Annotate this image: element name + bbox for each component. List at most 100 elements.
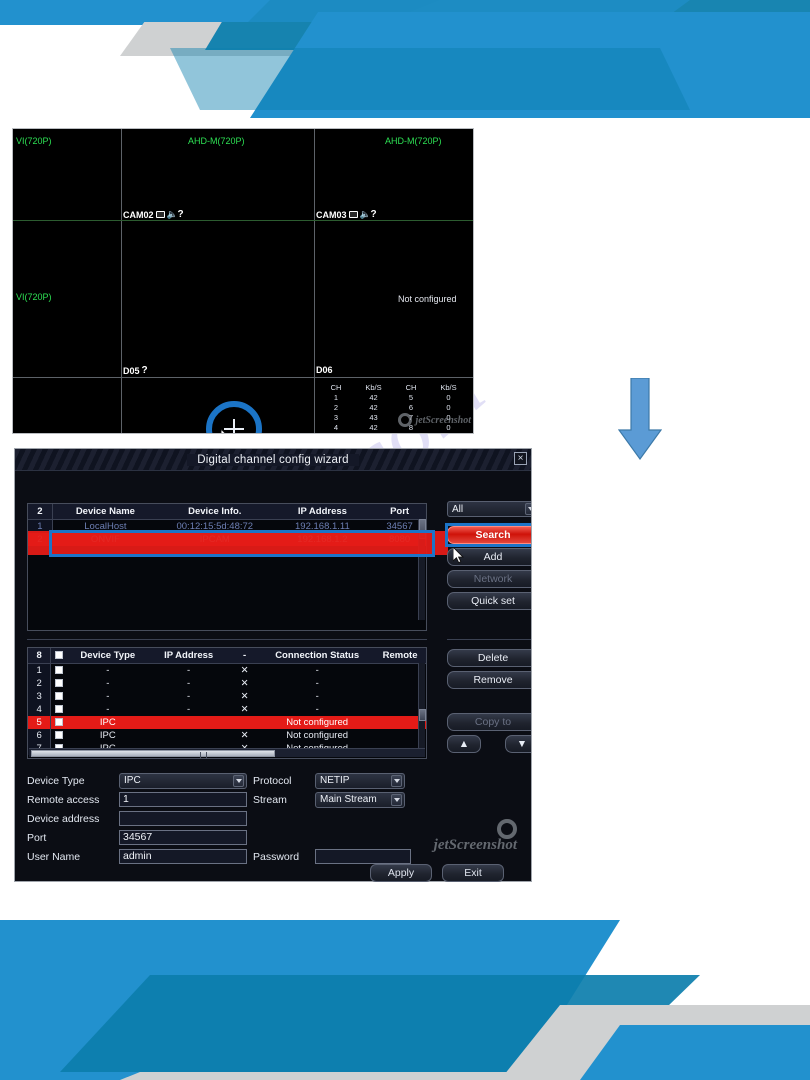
channels-header-cell: Device Type [67,648,149,664]
channels-row-ip: - [187,665,191,676]
table-row[interactable]: 1 LocalHost 00:12:15:5d:48:72 192.168.1.11 3… [28,519,426,533]
remove-button[interactable]: Remove [447,671,531,689]
channels-row-ip: - [187,691,191,702]
port-input[interactable]: 34567 [119,830,247,845]
table-row[interactable]: 1--✕-- [28,663,426,678]
copyto-button-wrap[interactable]: Copy to [447,713,531,731]
channel-tag-d06: D06 [316,365,333,375]
channels-row-checkbox-cell[interactable] [51,664,68,678]
device-address-input[interactable] [119,811,247,826]
close-icon[interactable]: × [514,452,527,465]
search-button[interactable]: Search [447,526,531,544]
video-icon [348,211,358,218]
channels-row-mark: ✕ [240,678,249,689]
bandwidth-header-cell: Kb/S [440,383,457,392]
discovered-devices-table[interactable]: 2 Device Name Device Info. IP Address Po… [27,503,427,631]
channel-tag-cam02: CAM02 🔈 ? [123,209,184,220]
protocol-label: Protocol [253,774,292,787]
stream-select[interactable]: Main Stream [315,791,405,808]
select-all-checkbox-cell[interactable] [50,648,68,664]
search-button-wrap[interactable]: Search [447,526,531,544]
table-row[interactable]: 2--✕-- [28,677,426,690]
channels-row-checkbox-cell[interactable] [51,690,68,703]
apply-button[interactable]: Apply [370,864,432,882]
bandwidth-table: CH Kb/S CH Kb/S 1 42 5 0 2 42 6 0 3 43 7 0 4 42 8 0 [321,383,471,433]
bandwidth-cell: 0 [446,393,451,402]
channels-row-checkbox-cell[interactable] [50,716,68,729]
channel-tag-label: CAM02 [123,209,154,220]
row-checkbox[interactable] [55,718,64,727]
password-input[interactable] [315,849,411,864]
form-row-device-address: Device address [27,809,467,828]
delete-button[interactable]: Delete [447,649,531,667]
copy-to-button[interactable]: Copy to [447,713,531,731]
table-row[interactable]: 3--✕-- [28,690,426,703]
channels-vertical-scrollbar[interactable] [418,663,426,748]
device-filter-select-wrap[interactable]: All [447,501,531,517]
devices-count: 2 [28,504,53,520]
device-address-label: Device address [27,812,100,825]
network-button-wrap[interactable]: Network [447,570,531,588]
channel-tag-label: D06 [316,365,333,375]
chevron-down-icon[interactable] [525,503,531,515]
pane-resolution-middle-left: VI(720P) [16,292,52,302]
bandwidth-cell: 42 [369,403,378,412]
channel-config-table[interactable]: 8 Device Type IP Address - Connection St… [27,647,427,759]
channels-horizontal-scrollbar[interactable] [29,748,425,759]
device-type-select[interactable]: IPC [119,772,247,789]
bottom-decorative-banner [0,900,810,1080]
quickset-button-wrap[interactable]: Quick set [447,592,531,610]
table-row[interactable]: 6IPC✕Not configured1 [28,729,426,742]
network-button[interactable]: Network [447,570,531,588]
channels-row-checkbox-cell[interactable] [51,729,68,742]
channels-row-checkbox-cell[interactable] [51,677,68,690]
protocol-select[interactable]: NETIP [315,772,405,789]
scrollbar-thumb[interactable] [419,519,426,539]
table-row[interactable]: 4--✕-- [28,703,426,716]
delete-button-wrap[interactable]: Delete [447,649,531,667]
channels-header-row: 8 Device Type IP Address - Connection St… [28,648,426,664]
channels-row-status: - [315,704,319,715]
move-up-button[interactable]: ▲ [447,735,481,753]
scrollbar-thumb[interactable] [31,750,275,759]
remove-button-wrap[interactable]: Remove [447,671,531,689]
remote-access-input[interactable]: 1 [119,792,247,807]
channels-row-checkbox-cell[interactable] [51,703,68,716]
channels-header-cell: IP Address [148,648,230,664]
devices-header-cell: IP Address [271,504,374,520]
bandwidth-row: 1 42 5 0 [321,393,471,403]
channel-tag-label: D05 [123,365,140,376]
down-arrow-icon [618,378,662,460]
device-filter-select[interactable]: All [447,501,531,517]
quick-set-button[interactable]: Quick set [447,592,531,610]
channels-row-status: - [315,665,319,676]
bandwidth-row: 4 42 8 0 [321,423,471,433]
devices-row-ip: 192.168.1.11 [295,521,350,532]
form-row-remote-access: Remote access 1 Stream Main Stream [27,790,467,809]
video-icon [155,211,165,218]
table-row[interactable]: 5IPCNot configured1 [28,716,426,729]
table-row[interactable]: 2 ONVIF IPCAM 192.168.1.2 8080 [28,533,426,546]
row-checkbox[interactable] [55,666,64,675]
port-label: Port [27,831,47,844]
exit-button[interactable]: Exit [442,864,504,882]
dialog-body: 2 Device Name Device Info. IP Address Po… [15,471,531,881]
user-name-input[interactable]: admin [119,849,247,864]
row-checkbox[interactable] [55,692,64,701]
row-checkbox[interactable] [55,731,64,740]
scrollbar-thumb[interactable] [419,709,426,721]
bandwidth-cell: 6 [408,403,414,412]
channel-tag-label: CAM03 [316,209,347,220]
channels-row-mark [229,716,261,729]
row-checkbox[interactable] [55,705,64,714]
move-down-button[interactable]: ▼ [505,735,531,753]
bandwidth-row: 3 43 7 0 [321,413,471,423]
chevron-down-icon[interactable] [391,793,402,806]
chevron-down-icon[interactable] [233,774,244,787]
select-all-checkbox[interactable] [55,651,64,660]
device-filter-value: All [452,503,464,515]
channel-tag-cam03: CAM03 🔈 ? [316,209,377,220]
chevron-down-icon[interactable] [391,774,402,787]
row-checkbox[interactable] [55,679,64,688]
devices-vertical-scrollbar[interactable] [418,519,426,620]
